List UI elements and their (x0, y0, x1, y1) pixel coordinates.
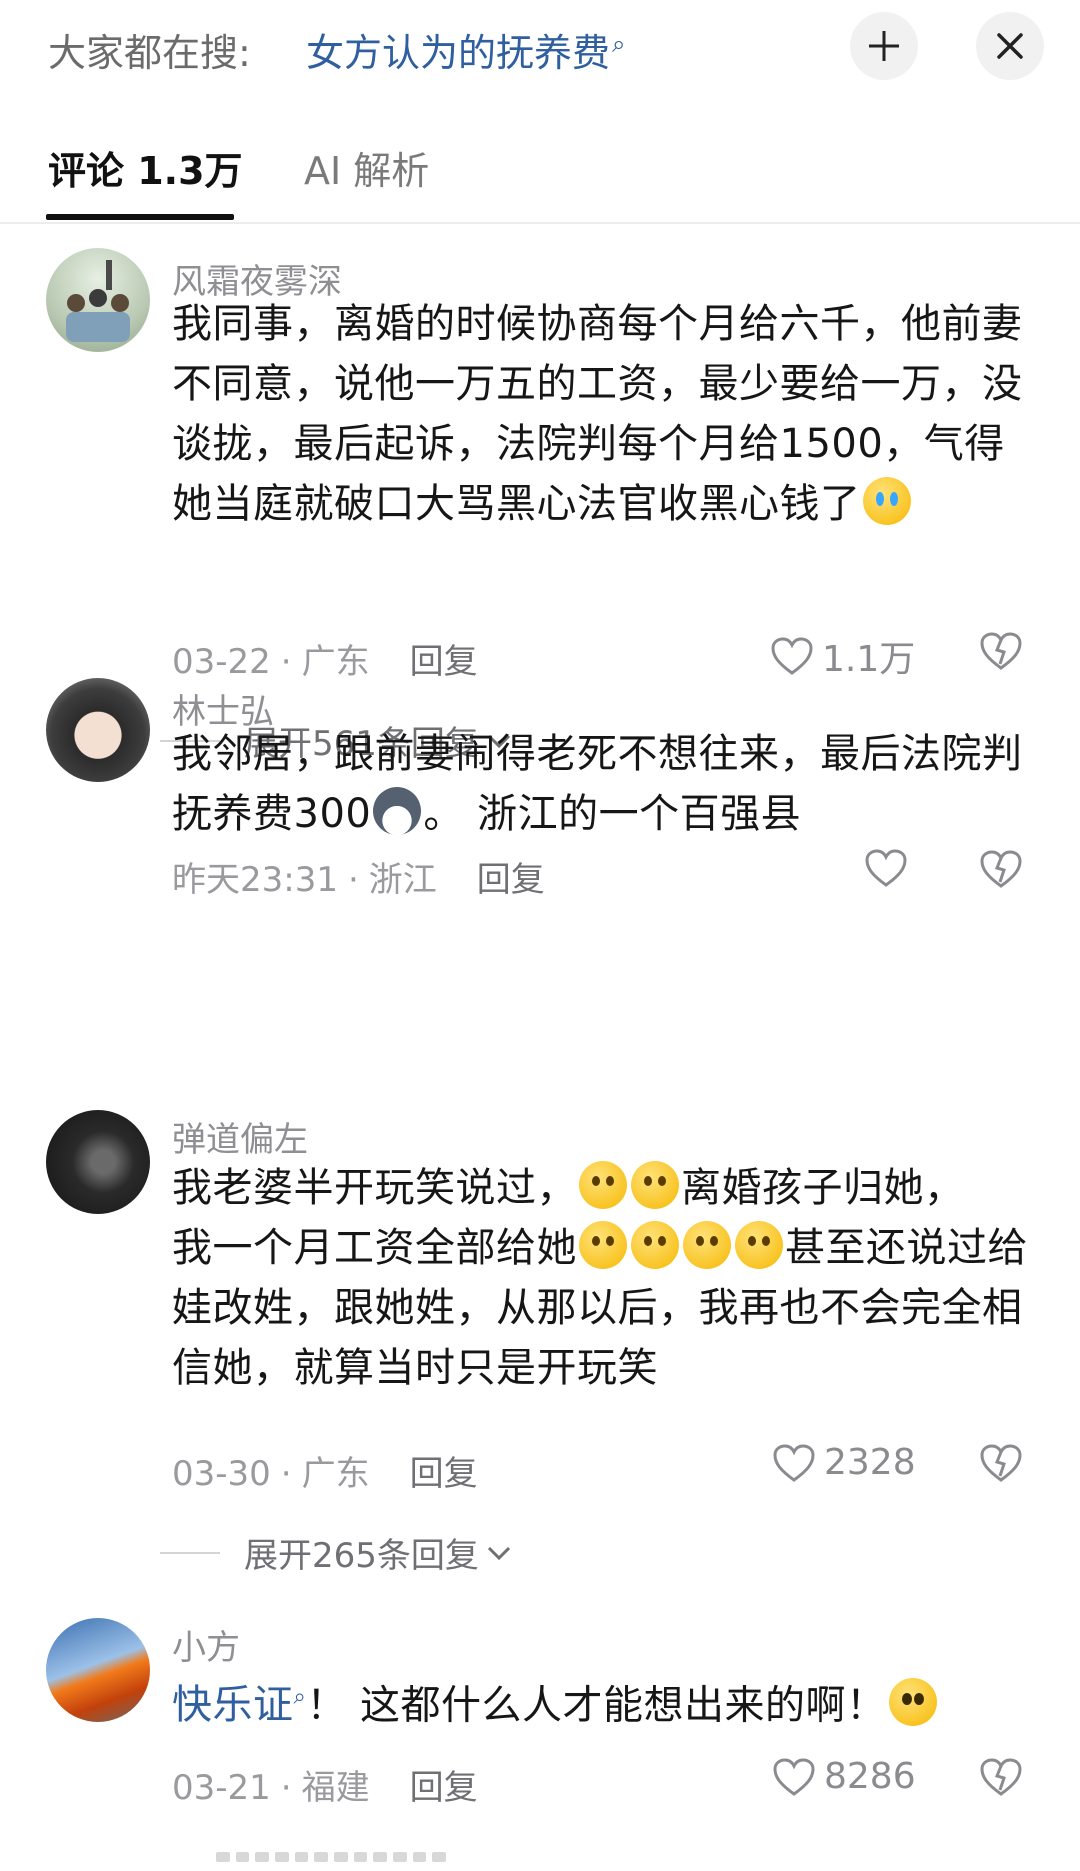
expand-replies-button[interactable]: 展开265条回复 (160, 1528, 513, 1577)
heart-icon (771, 637, 813, 675)
search-icon: ⌕ (612, 30, 626, 59)
shocked-emoji-icon (888, 1678, 937, 1727)
minimize-icon (869, 31, 899, 61)
comment-text: 快乐证⌕！ 这都什么人才能想出来的啊！ (172, 1668, 1040, 1735)
like-count: 8286 (824, 1756, 916, 1797)
like-button[interactable]: 2328 (772, 1442, 916, 1483)
bottom-decoration (216, 1852, 447, 1862)
heart-icon (773, 1443, 815, 1482)
tab-ai-analysis[interactable]: AI 解析 (304, 140, 429, 195)
comment-meta: 03-30 · 广东 回复 (172, 1454, 478, 1494)
comment-text: 我老婆半开玩笑说过， 离婚孩子归她， 我一个月工资全部给她 甚至还说过给娃改姓，跟她… (172, 1158, 1040, 1398)
comment-meta: 03-21 · 福建 回复 (172, 1768, 478, 1808)
wolf-emoji-icon (373, 787, 422, 835)
pleading-emoji-icon (631, 1161, 679, 1209)
heart-icon (773, 1757, 815, 1796)
broken-heart-icon (980, 1758, 1022, 1796)
broken-heart-icon (980, 850, 1022, 888)
pleading-emoji-icon (579, 1161, 627, 1209)
comment-date: 03-30 (172, 1454, 271, 1494)
comment-text: 我邻居，跟前妻闹得老死不想往来，最后法院判抚养费300。 浙江的一个百强县 (172, 724, 1040, 844)
avatar[interactable] (46, 248, 150, 352)
comment-text-part1: ！ 这都什么人才能想出来的啊！ (306, 1682, 887, 1729)
search-suggestion-bar: 大家都在搜: 女方认为的抚养费⌕ (0, 0, 1080, 98)
reply-button[interactable]: 回复 (477, 860, 545, 900)
avatar[interactable] (46, 1618, 150, 1722)
comment-location: 浙江 (368, 860, 437, 900)
comment-text-part2: 。 浙江的一个百强县 (423, 791, 802, 837)
like-button[interactable]: 8286 (772, 1756, 916, 1797)
active-tab-indicator (46, 214, 234, 220)
dislike-button[interactable] (978, 1756, 1024, 1802)
smile-emoji-icon (735, 1221, 783, 1269)
comment-date: 昨天23:31 (172, 860, 338, 900)
comment-text-part2: 离婚孩子归她， (681, 1165, 965, 1211)
broken-heart-icon (980, 632, 1022, 670)
comment-date: 03-21 (172, 1768, 271, 1808)
minimize-button[interactable] (850, 12, 918, 80)
reply-button[interactable]: 回复 (410, 1454, 478, 1494)
dislike-button[interactable] (978, 848, 1024, 894)
comment-meta: 昨天23:31 · 浙江 回复 (172, 860, 545, 900)
heart-icon (865, 849, 907, 887)
comment-meta: 03-22 · 广东 回复 (172, 642, 478, 682)
tab-comments[interactable]: 评论 1.3万 (48, 140, 243, 195)
comment-text: 我同事，离婚的时候协商每个月给六千，他前妻不同意，说他一万五的工资，最少要给一万… (172, 294, 1040, 534)
divider-line (160, 1551, 220, 1554)
search-prefix-label: 大家都在搜: (48, 31, 251, 75)
like-count: 2328 (824, 1442, 916, 1483)
search-suggestion-link[interactable]: 女方认为的抚养费⌕ (306, 22, 625, 77)
username[interactable]: 小方 (172, 1620, 240, 1669)
reply-button[interactable]: 回复 (410, 1768, 478, 1808)
close-icon (997, 33, 1023, 59)
comment-location: 福建 (301, 1768, 370, 1808)
username[interactable]: 弹道偏左 (172, 1112, 308, 1161)
comment-text-part3: 我一个月工资全部给她 (172, 1225, 577, 1271)
smile-emoji-icon (683, 1221, 731, 1269)
avatar[interactable] (46, 678, 150, 782)
hashtag-link[interactable]: 快乐证⌕ (172, 1682, 306, 1728)
hashtag-text: 快乐证 (172, 1682, 294, 1729)
dislike-button[interactable] (978, 630, 1024, 676)
dislike-button[interactable] (978, 1442, 1024, 1488)
search-icon: ⌕ (293, 1685, 307, 1710)
broken-heart-icon (980, 1444, 1022, 1482)
chevron-down-icon (487, 1546, 510, 1560)
comment-date: 03-22 (172, 642, 271, 682)
search-term-text: 女方认为的抚养费 (306, 31, 611, 75)
like-button[interactable] (864, 848, 916, 888)
tab-bar: 评论 1.3万 AI 解析 (0, 98, 1080, 224)
like-count: 1.1万 (822, 639, 916, 680)
comment-text-part1: 我老婆半开玩笑说过， (172, 1165, 577, 1211)
reply-button[interactable]: 回复 (410, 642, 478, 682)
avatar[interactable] (46, 1110, 150, 1214)
crying-laugh-emoji-icon (862, 477, 911, 525)
close-button[interactable] (976, 12, 1044, 80)
smile-emoji-icon (631, 1221, 679, 1269)
like-button[interactable]: 1.1万 (770, 630, 915, 682)
smile-emoji-icon (579, 1221, 627, 1269)
expand-replies-label: 展开265条回复 (244, 1536, 479, 1576)
comment-location: 广东 (301, 1454, 370, 1494)
comment-location: 广东 (301, 642, 370, 682)
